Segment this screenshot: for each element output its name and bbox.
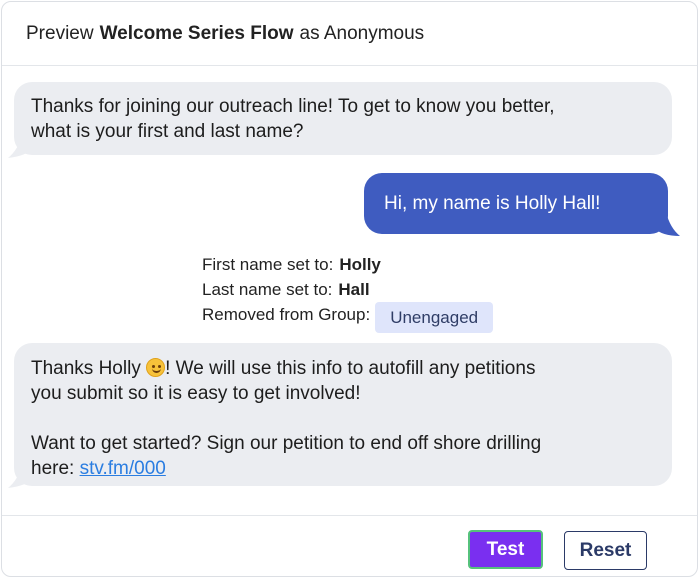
flow-events: First name set to: Holly Last name set t… [202, 252, 494, 333]
header-suffix: as Anonymous [299, 22, 425, 44]
message-line: Thanks for joining our outreach line! To… [31, 96, 555, 117]
message-text: Hi, my name is Holly Hall! [384, 193, 601, 214]
event-group: Removed from Group: Unengaged [202, 302, 494, 333]
message-line: here: stv.fm/000 [31, 456, 654, 481]
event-first-name: First name set to: Holly [202, 252, 493, 277]
message-line: Want to get started? Sign our petition t… [31, 433, 542, 454]
incoming-message: Thanks for joining our outreach line! To… [14, 82, 672, 155]
message-line: you submit so it is easy to get involved… [31, 383, 361, 404]
incoming-message: Thanks Holly ! We will use this info to … [14, 343, 672, 486]
conversation-area: Thanks for joining our outreach line! To… [2, 66, 697, 516]
event-label: Last name set to: [202, 280, 333, 299]
event-last-name: Last name set to: Hall [202, 277, 493, 302]
smiling-face-icon [146, 358, 166, 377]
message-line: Thanks Holly ! We will use this info to … [31, 355, 654, 381]
preview-footer: Test Reset [2, 515, 697, 576]
message-line: what is your first and last name? [31, 121, 304, 142]
preview-header: Preview Welcome Series Flow as Anonymous [2, 2, 697, 66]
message-text: Thanks Holly [31, 358, 147, 379]
header-prefix: Preview [26, 22, 94, 44]
event-value: Hall [338, 280, 370, 299]
event-label: First name set to: [202, 255, 334, 274]
event-label: Removed from Group: [202, 305, 371, 324]
test-button[interactable]: Test [468, 530, 543, 569]
reset-button[interactable]: Reset [564, 531, 647, 570]
preview-modal: Preview Welcome Series Flow as Anonymous… [1, 1, 698, 577]
message-text: here: [31, 458, 80, 479]
event-value: Holly [339, 255, 381, 274]
petition-link[interactable]: stv.fm/000 [80, 458, 166, 479]
group-badge: Unengaged [375, 302, 494, 333]
outgoing-message: Hi, my name is Holly Hall! [364, 173, 668, 234]
message-text: ! We will use this info to autofill any … [165, 358, 536, 379]
flow-name: Welcome Series Flow [99, 22, 294, 44]
